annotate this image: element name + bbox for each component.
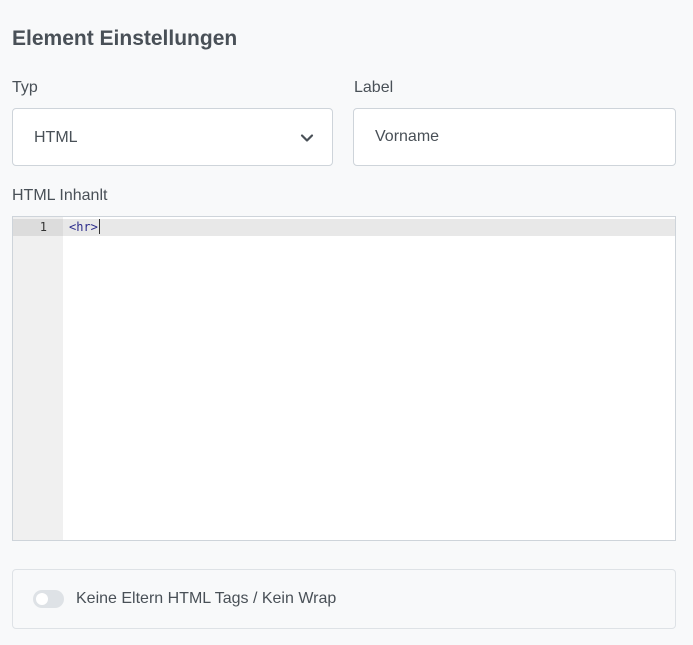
no-wrap-label: Keine Eltern HTML Tags / Kein Wrap [76,590,337,607]
text-cursor [98,219,100,234]
code-text: <hr> [69,220,98,234]
type-select-value: HTML [34,129,78,146]
code-line[interactable]: <hr> [69,219,100,236]
section-title: Element Einstellungen [12,27,238,50]
editor-gutter: 1 [13,217,63,540]
no-wrap-toggle[interactable] [33,590,64,608]
active-line-highlight [13,219,675,236]
toggle-knob [36,593,48,605]
no-wrap-option: Keine Eltern HTML Tags / Kein Wrap [12,569,676,629]
element-settings-panel: Element Einstellungen Typ Label HTML HTM… [0,0,693,645]
type-field-label: Typ [12,79,38,96]
html-content-label: HTML Inhanlt [12,187,108,204]
line-number: 1 [39,220,47,234]
html-code-editor[interactable]: 1 <hr> [12,216,676,541]
chevron-down-icon [300,134,314,142]
type-select[interactable]: HTML [12,108,333,166]
label-input[interactable] [353,108,676,166]
label-field-label: Label [354,79,394,96]
